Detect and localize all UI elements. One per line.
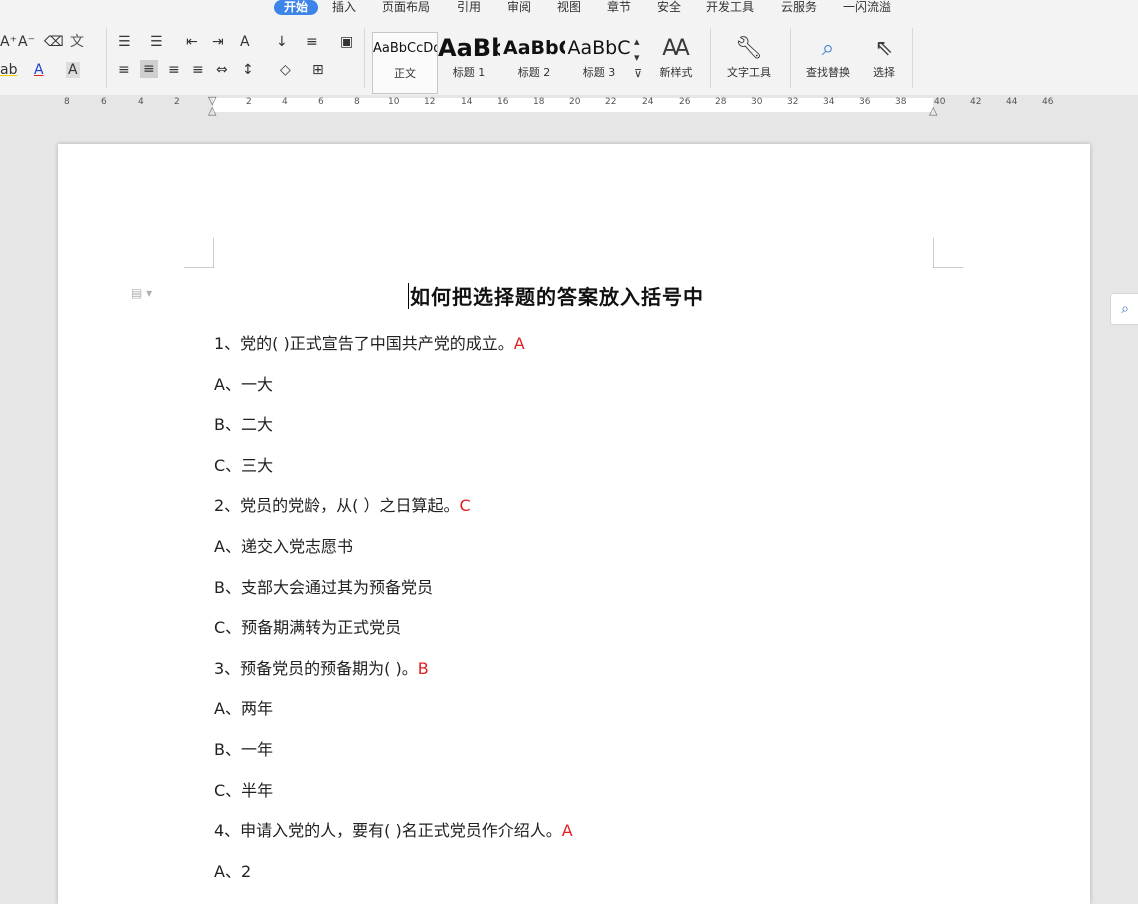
select-button[interactable]: ⇖ 选择	[864, 34, 904, 80]
gallery-scroll-down-icon[interactable]: ▾	[634, 50, 640, 66]
tab-security[interactable]: 安全	[657, 0, 681, 15]
new-style-icon: Ꜳ	[662, 36, 690, 61]
text-direction-icon[interactable]: A	[240, 34, 250, 50]
answer-mark: A	[513, 334, 525, 353]
style-normal[interactable]: AaBbCcDd 正文	[372, 32, 438, 94]
tab-flash[interactable]: 一闪流溢	[843, 0, 891, 15]
margin-corner-top-left	[184, 238, 214, 268]
align-right-icon[interactable]: ≡	[168, 62, 180, 78]
ribbon-toolbar: A⁺ A⁻ ⌫ 文 ab A A ☰ ☰ ⇤ ⇥ A ↓ ≡ ▣ ≡ ≡ ≡ ≡…	[0, 20, 1138, 96]
tab-home[interactable]: 开始	[274, 0, 319, 15]
document-line: A、2	[214, 858, 251, 882]
line-text: A、2	[214, 861, 252, 881]
right-indent-marker-icon[interactable]: △	[929, 103, 937, 119]
style-heading-1[interactable]: AaBb 标题 1	[438, 32, 500, 92]
char-shading-icon[interactable]: A	[66, 62, 80, 78]
grow-font-icon[interactable]: A⁺	[0, 34, 17, 50]
tab-page-layout[interactable]: 页面布局	[382, 0, 430, 15]
line-text: B、支部大会通过其为预备党员	[214, 577, 433, 597]
distributed-icon[interactable]: ⇔	[216, 62, 228, 78]
find-replace-button[interactable]: ⌕ 查找替换	[798, 34, 858, 80]
clear-format-icon[interactable]: ⌫	[44, 34, 64, 50]
side-search-icon[interactable]: ⌕	[1110, 293, 1138, 325]
style-heading-2[interactable]: AaBbC 标题 2	[503, 32, 565, 92]
line-text: A、两年	[214, 699, 273, 719]
document-line: 2、党员的党龄，从( ）之日算起。C	[214, 492, 471, 516]
document-line: B、一年	[214, 736, 273, 760]
line-text: C、预备期满转为正式党员	[214, 618, 402, 638]
align-left-icon[interactable]: ≡	[118, 62, 130, 78]
document-line: A、一大	[214, 371, 273, 395]
increase-indent-icon[interactable]: ⇥	[212, 34, 224, 50]
line-text: 4、申请入党的人，要有( )名正式党员作介绍人。	[214, 821, 562, 841]
shrink-font-icon[interactable]: A⁻	[18, 34, 35, 50]
numbering-icon[interactable]: ☰	[150, 34, 163, 50]
document-line: 4、申请入党的人，要有( )名正式党员作介绍人。A	[214, 817, 573, 841]
bullets-icon[interactable]: ☰	[118, 34, 131, 50]
style-heading-3[interactable]: AaBbC 标题 3	[567, 32, 631, 92]
wrench-icon: 🔧︎	[735, 36, 763, 61]
document-line: A、两年	[214, 695, 273, 719]
line-text: 1、党的( )正式宣告了中国共产党的成立。	[214, 334, 514, 353]
borders-icon[interactable]: ⊞	[312, 62, 324, 78]
paragraph-spacing-icon[interactable]: ≡	[306, 34, 318, 50]
answer-mark: C	[459, 496, 471, 516]
gallery-scroll-up-icon[interactable]: ▴	[634, 34, 640, 50]
show-marks-icon[interactable]: ▣	[340, 34, 353, 50]
document-line: B、二大	[214, 411, 273, 435]
tab-references[interactable]: 引用	[457, 0, 481, 15]
highlight-icon[interactable]: ab	[0, 62, 17, 78]
tab-section[interactable]: 章节	[607, 0, 631, 15]
tab-insert[interactable]: 插入	[332, 0, 356, 15]
document-title: 如何把选择题的答案放入括号中	[410, 285, 704, 309]
justify-icon[interactable]: ≡	[192, 62, 204, 78]
document-line: B、支部大会通过其为预备党员	[214, 574, 433, 598]
line-text: 3、预备党员的预备期为( )。	[214, 658, 418, 678]
document-line: C、三大	[214, 452, 273, 476]
margin-corner-top-right	[933, 238, 963, 268]
font-color-icon[interactable]: A	[34, 62, 44, 78]
tab-cloud[interactable]: 云服务	[781, 0, 817, 15]
new-style-button[interactable]: Ꜳ 新样式	[650, 34, 702, 80]
document-line: A、递交入党志愿书	[214, 533, 353, 557]
line-text: C、三大	[214, 455, 274, 475]
shading-icon[interactable]: ◇	[280, 62, 291, 78]
document-line: 1、党的( )正式宣告了中国共产党的成立。A	[214, 330, 525, 354]
left-indent-marker-icon[interactable]: △	[208, 103, 216, 119]
answer-mark: B	[417, 658, 429, 678]
cursor-arrow-icon: ⇖	[874, 36, 894, 61]
align-center-icon[interactable]: ≡	[140, 60, 158, 78]
document-line: C、半年	[214, 777, 273, 801]
phonetic-guide-icon[interactable]: 文	[70, 34, 84, 50]
line-text: A、递交入党志愿书	[214, 537, 353, 556]
text-cursor	[408, 283, 409, 309]
document-line: 3、预备党员的预备期为( )。B	[214, 655, 429, 679]
line-spacing-icon[interactable]: ↕	[242, 62, 254, 78]
horizontal-ruler[interactable]: 8 6 4 2 2 4 6 8 10 12 14 16 18 20 22 24 …	[0, 94, 1138, 119]
tab-review[interactable]: 审阅	[507, 0, 531, 15]
gallery-expand-icon[interactable]: ⊽	[634, 66, 642, 82]
line-text: 2、党员的党龄，从( ）之日算起。	[214, 496, 460, 516]
document-page[interactable]: 如何把选择题的答案放入括号中 1、党的( )正式宣告了中国共产党的成立。A A、一…	[58, 144, 1090, 904]
magnifier-icon: ⌕	[821, 36, 835, 61]
line-text: B、一年	[214, 740, 273, 759]
sort-icon[interactable]: ↓	[276, 34, 288, 50]
decrease-indent-icon[interactable]: ⇤	[186, 34, 198, 50]
text-tools-button[interactable]: 🔧︎ 文字工具	[718, 34, 780, 80]
menu-bar: 开始 插入 页面布局 引用 审阅 视图 章节 安全 开发工具 云服务 一闪流溢	[0, 0, 1138, 20]
tab-view[interactable]: 视图	[557, 0, 581, 15]
answer-mark: A	[561, 821, 573, 841]
line-text: C、半年	[214, 780, 274, 800]
tab-developer[interactable]: 开发工具	[706, 0, 754, 15]
document-line: C、预备期满转为正式党员	[214, 614, 401, 638]
line-text: A、一大	[214, 374, 273, 394]
paragraph-handle-icon[interactable]: ▤ ▾	[131, 286, 152, 300]
line-text: B、二大	[214, 415, 273, 435]
